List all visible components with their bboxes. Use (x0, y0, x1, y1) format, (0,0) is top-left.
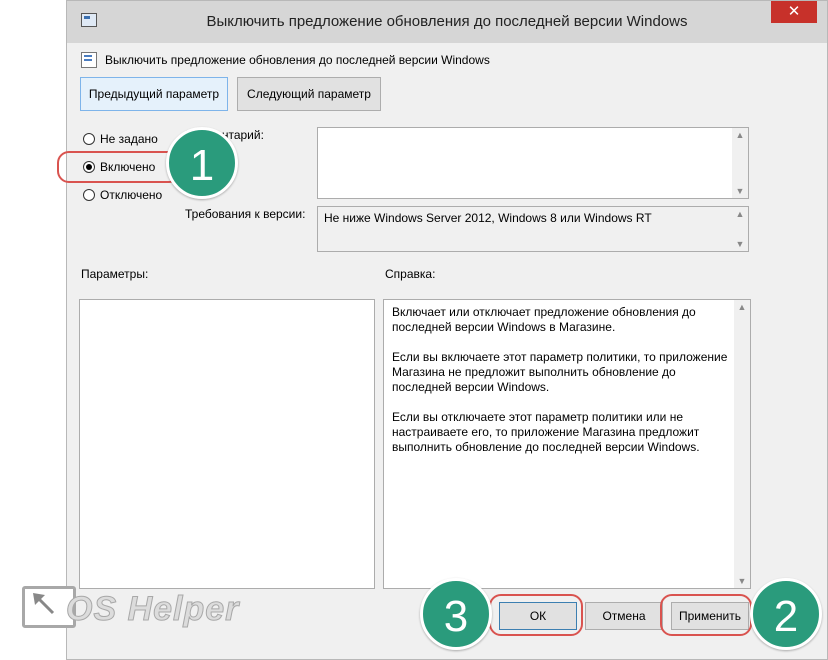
help-text: Включает или отключает предложение обнов… (392, 305, 728, 470)
scroll-down-icon[interactable]: ▼ (734, 574, 750, 588)
step-marker-1: 1 (166, 127, 238, 199)
next-setting-button[interactable]: Следующий параметр (237, 77, 381, 111)
scroll-up-icon[interactable]: ▲ (734, 300, 750, 314)
step-marker-3: 3 (420, 578, 492, 650)
params-panel (79, 299, 375, 589)
window-title: Выключить предложение обновления до посл… (206, 13, 688, 30)
radio-circle[interactable] (83, 133, 95, 145)
previous-setting-button[interactable]: Предыдущий параметр (80, 77, 228, 111)
scroll-down-icon[interactable]: ▼ (732, 184, 748, 198)
title-bar: Выключить предложение обновления до посл… (67, 1, 827, 43)
scroll-down-icon[interactable]: ▼ (732, 237, 748, 251)
help-paragraph: Если вы отключаете этот параметр политик… (392, 410, 700, 454)
help-paragraph: Включает или отключает предложение обнов… (392, 305, 696, 334)
radio-label: Не задано (100, 132, 158, 146)
logo-text: OS Helper (65, 590, 240, 629)
radio-not-configured[interactable]: Не задано (83, 132, 158, 146)
scroll-up-icon[interactable]: ▲ (732, 128, 748, 142)
version-value: Не ниже Windows Server 2012, Windows 8 и… (324, 211, 652, 225)
help-scrollbar[interactable]: ▲ ▼ (734, 300, 750, 588)
comment-scrollbar[interactable]: ▲ ▼ (732, 128, 748, 198)
help-panel: Включает или отключает предложение обнов… (383, 299, 751, 589)
version-scrollbar[interactable]: ▲ ▼ (732, 207, 748, 251)
help-paragraph: Если вы включаете этот параметр политики… (392, 350, 728, 394)
version-label: Требования к версии: (185, 207, 306, 221)
step-marker-2: 2 (750, 578, 822, 650)
close-button[interactable]: ✕ (771, 1, 817, 23)
highlight-ring-enabled (57, 151, 181, 183)
highlight-ring-apply (660, 594, 752, 636)
setting-name: Выключить предложение обновления до посл… (105, 53, 490, 67)
cancel-button[interactable]: Отмена (585, 602, 663, 630)
scroll-up-icon[interactable]: ▲ (732, 207, 748, 221)
radio-circle[interactable] (83, 189, 95, 201)
version-field: Не ниже Windows Server 2012, Windows 8 и… (317, 206, 749, 252)
params-label: Параметры: (81, 267, 149, 281)
policy-dialog: Выключить предложение обновления до посл… (66, 0, 828, 660)
help-label: Справка: (385, 267, 436, 281)
radio-label: Отключено (100, 188, 163, 202)
comment-textarea[interactable]: ▲ ▼ (317, 127, 749, 199)
policy-setting-icon (81, 52, 97, 68)
radio-disabled[interactable]: Отключено (83, 188, 162, 202)
highlight-ring-ok (489, 594, 583, 636)
